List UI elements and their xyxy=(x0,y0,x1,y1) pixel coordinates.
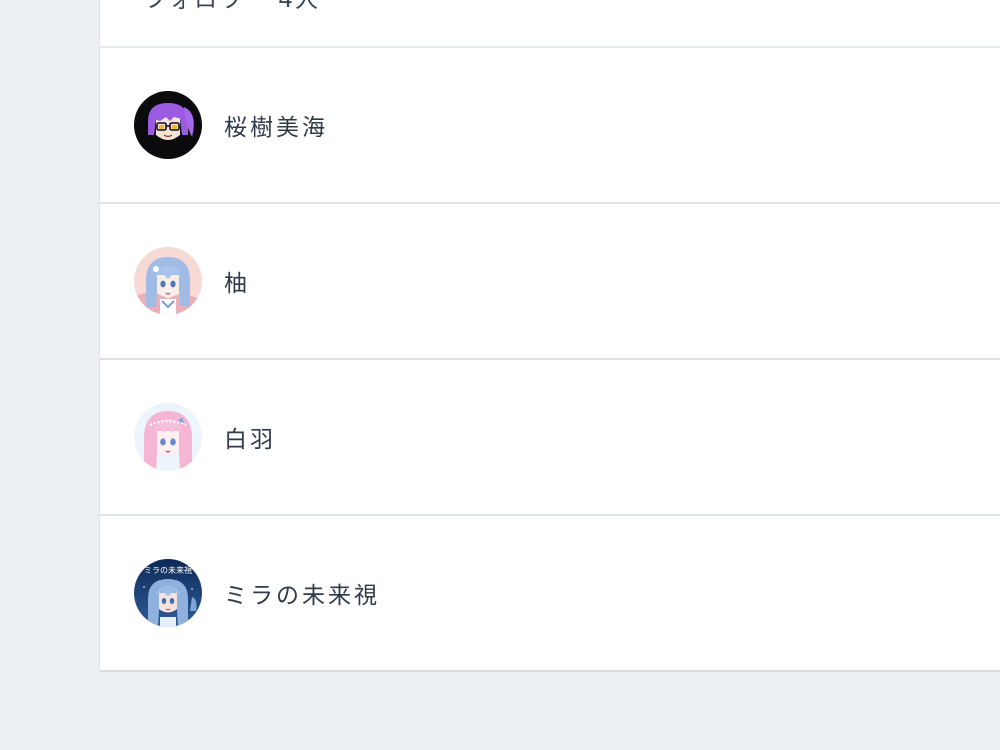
avatar-caption: ミラの未来視 xyxy=(144,565,192,575)
followers-header: フォロワー 4人 xyxy=(100,0,1000,48)
follower-row[interactable]: 白羽 xyxy=(100,360,1000,516)
user-avatar[interactable]: ミラの未来視 xyxy=(134,559,202,627)
follower-row[interactable]: ミラの未来視 ミラの未来視 xyxy=(100,516,1000,672)
user-avatar[interactable] xyxy=(134,247,202,315)
user-name[interactable]: 柚 xyxy=(224,264,250,298)
user-name[interactable]: 白羽 xyxy=(224,420,276,454)
follower-row[interactable]: 柚 xyxy=(100,204,1000,360)
night-sky-girl-avatar-icon: ミラの未来視 xyxy=(134,559,202,627)
followers-list: 桜樹美海 柚 白羽 ミラの未来視 ミラの未来視 xyxy=(100,48,1000,672)
follower-row[interactable]: 桜樹美海 xyxy=(100,48,1000,204)
followers-panel: フォロワー 4人 桜樹美海 柚 白羽 ミラの未来視 ミラの未来視 xyxy=(99,0,1000,672)
user-avatar[interactable] xyxy=(134,91,202,159)
user-avatar[interactable] xyxy=(134,403,202,471)
purple-hair-girl-avatar-icon xyxy=(134,91,202,159)
user-name[interactable]: 桜樹美海 xyxy=(224,108,328,142)
user-name[interactable]: ミラの未来視 xyxy=(224,576,380,610)
pink-hair-girl-avatar-icon xyxy=(134,403,202,471)
followers-count-title: フォロワー 4人 xyxy=(144,0,320,13)
blue-hair-girl-avatar-icon xyxy=(134,247,202,315)
